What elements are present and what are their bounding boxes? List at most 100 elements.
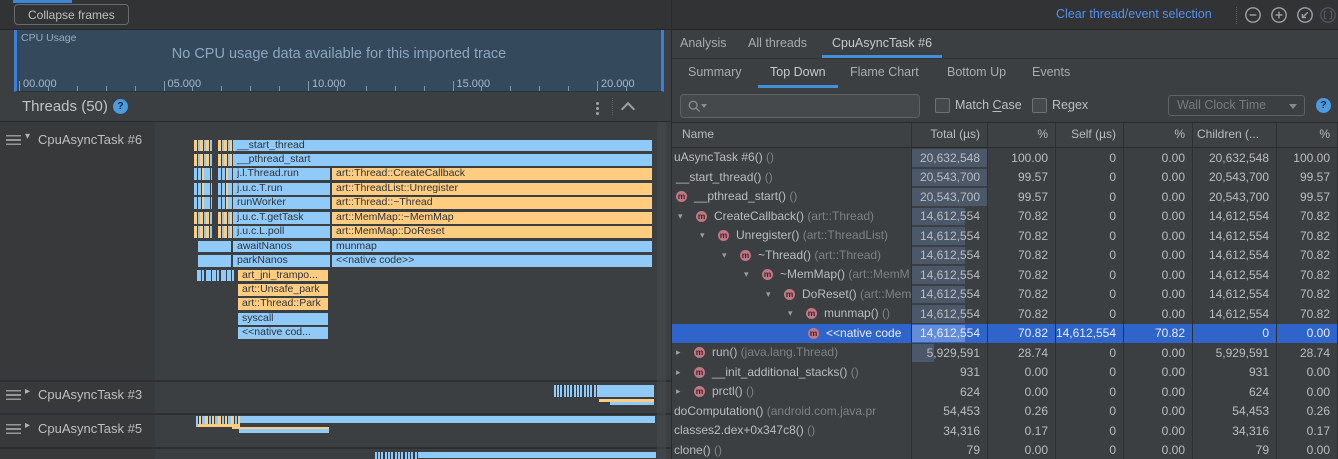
table-row[interactable]: m__pthread_start() ()20,543,70099.5700.0… <box>672 187 1338 207</box>
cell-children-pct: 0.17 <box>1277 421 1338 441</box>
thread-name-label[interactable]: CpuAsyncTask #6 <box>38 130 142 149</box>
tree-expand-arrow-icon[interactable]: ▸ <box>676 386 681 397</box>
table-row[interactable]: ▸m__init_additional_stacks() ()9310.0000… <box>672 363 1338 383</box>
cell-self: 0 <box>1056 402 1124 422</box>
zoom-in-icon[interactable] <box>1270 6 1288 24</box>
cell-total: 14,612,554 <box>912 207 988 227</box>
cell-self: 0 <box>1056 207 1124 227</box>
table-row[interactable]: clone() ()790.0000.00790.00 <box>672 441 1338 459</box>
axis-tick <box>539 86 540 91</box>
cell-children: 931 <box>1193 363 1277 383</box>
column-header-total-s-[interactable]: Total (µs) <box>912 123 988 147</box>
column-header-children-[interactable]: Children (... <box>1193 123 1277 147</box>
cell-children: 20,632,548 <box>1193 148 1277 168</box>
threads-timeline: __start_thread__pthread_startj.l.Thread.… <box>0 122 672 459</box>
subtab-events[interactable]: Events <box>1032 59 1070 86</box>
tree-collapse-arrow-icon[interactable]: ▾ <box>788 308 793 319</box>
tree-collapse-arrow-icon[interactable]: ▾ <box>744 269 749 280</box>
match-case-label[interactable]: Match Case <box>955 88 1022 122</box>
table-row[interactable]: ▾mCreateCallback() (art::Thread)14,612,5… <box>672 207 1338 227</box>
cell-name: ▾mDoReset() (art::MemM <box>672 285 912 305</box>
threads-scrollbar[interactable] <box>657 122 666 459</box>
column-header--[interactable]: % <box>988 123 1056 147</box>
axis-tick <box>626 86 627 91</box>
subtab-top-down[interactable]: Top Down <box>770 59 826 86</box>
thread-drag-handle-icon[interactable] <box>6 390 21 401</box>
tree-collapse-arrow-icon[interactable]: ▾ <box>700 230 705 241</box>
subtab-flame-chart[interactable]: Flame Chart <box>850 59 919 86</box>
table-row[interactable]: ▾m~Thread() (art::Thread)14,612,55470.82… <box>672 246 1338 266</box>
regex-checkbox[interactable] <box>1032 98 1047 113</box>
cell-children-pct: 99.57 <box>1277 168 1338 188</box>
cell-total-pct: 100.00 <box>988 148 1056 168</box>
thread-expand-arrow-icon[interactable]: ▸ <box>25 386 30 397</box>
cell-children-pct: 99.57 <box>1277 187 1338 207</box>
table-row[interactable]: ▸mprctl() ()6240.0000.006240.00 <box>672 382 1338 402</box>
tree-collapse-arrow-icon[interactable]: ▾ <box>678 211 683 222</box>
table-row[interactable]: m<<native code14,612,55470.8214,612,5547… <box>672 324 1338 344</box>
axis-tick <box>77 86 78 91</box>
collapse-section-chevron-icon[interactable] <box>621 102 635 116</box>
table-row[interactable]: doComputation() (android.com.java.pr 54,4… <box>672 402 1338 422</box>
tab-cpuasynctask-6[interactable]: CpuAsyncTask #6 <box>832 30 932 57</box>
thread-name-label[interactable]: CpuAsyncTask #3 <box>38 385 142 404</box>
method-name: <<native code <box>826 324 901 344</box>
thread-drag-handle-icon[interactable] <box>6 135 21 146</box>
match-case-checkbox[interactable] <box>935 98 950 113</box>
method-icon: m <box>676 191 687 202</box>
thread-drag-handle-icon[interactable] <box>6 424 21 435</box>
filter-help-icon[interactable]: ? <box>1316 98 1331 113</box>
threads-help-icon[interactable]: ? <box>113 99 128 114</box>
axis-tick-label: 10.000 <box>312 78 346 90</box>
tree-expand-arrow-icon[interactable]: ▸ <box>676 347 681 358</box>
cell-self-pct: 0.00 <box>1124 207 1193 227</box>
threads-options-kebab-icon[interactable] <box>593 100 601 117</box>
table-row[interactable]: ▾mDoReset() (art::MemM14,612,55470.8200.… <box>672 285 1338 305</box>
tab-all-threads[interactable]: All threads <box>748 30 807 57</box>
reset-zoom-icon[interactable] <box>1296 6 1314 24</box>
subtab-summary[interactable]: Summary <box>688 59 741 86</box>
cell-total-pct: 70.82 <box>988 304 1056 324</box>
regex-label[interactable]: Regex <box>1052 88 1088 122</box>
table-row[interactable]: ▾mUnregister() (art::ThreadList)14,612,5… <box>672 226 1338 246</box>
zoom-out-icon[interactable] <box>1244 6 1262 24</box>
cell-children: 20,543,700 <box>1193 187 1277 207</box>
clear-thread-event-selection-link[interactable]: Clear thread/event selection <box>1056 0 1212 29</box>
table-row[interactable]: classes2.dex+0x347c8() ()34,3160.1700.00… <box>672 421 1338 441</box>
cell-children: 54,453 <box>1193 402 1277 422</box>
column-header--[interactable]: % <box>1277 123 1338 147</box>
method-name: doComputation() (android.com.java.pr <box>674 402 876 422</box>
search-field[interactable] <box>680 94 920 118</box>
axis-tick <box>221 86 222 91</box>
thread-expand-arrow-icon[interactable]: ▸ <box>25 420 30 431</box>
cell-self: 0 <box>1056 441 1124 459</box>
search-options-arrow-icon[interactable] <box>701 104 707 108</box>
tree-collapse-arrow-icon[interactable]: ▾ <box>766 289 771 300</box>
method-name: DoReset() (art::MemM <box>802 285 912 305</box>
column-header-self-s-[interactable]: Self (µs) <box>1056 123 1124 147</box>
cell-name: m__pthread_start() () <box>672 187 912 207</box>
column-header--[interactable]: % <box>1124 123 1193 147</box>
cpu-usage-panel[interactable]: CPU Usage No CPU usage data available fo… <box>14 30 664 92</box>
tab-analysis[interactable]: Analysis <box>680 30 727 57</box>
thread-collapse-arrow-icon[interactable]: ▾ <box>25 131 30 142</box>
tree-expand-arrow-icon[interactable]: ▸ <box>676 367 681 378</box>
table-row[interactable]: ▸mrun() (java.lang.Thread)5,929,59128.74… <box>672 343 1338 363</box>
filter-toolbar: Match Case Regex Wall Clock Time ? <box>672 88 1338 123</box>
cell-total-pct: 70.82 <box>988 226 1056 246</box>
table-row[interactable]: ▾mmunmap() ()14,612,55470.8200.0014,612,… <box>672 304 1338 324</box>
table-row[interactable]: __start_thread() ()20,543,70099.5700.002… <box>672 168 1338 188</box>
cell-total-pct: 0.00 <box>988 441 1056 459</box>
collapse-frames-button[interactable]: Collapse frames <box>14 4 129 25</box>
table-row[interactable]: uAsyncTask #6() ()20,632,548100.0000.002… <box>672 148 1338 168</box>
subtab-bottom-up[interactable]: Bottom Up <box>947 59 1006 86</box>
column-header-name[interactable]: Name <box>672 123 912 147</box>
tree-collapse-arrow-icon[interactable]: ▾ <box>722 250 727 261</box>
search-input[interactable] <box>711 96 915 116</box>
table-row[interactable]: ▾m~MemMap() (art::MemM14,612,55470.8200.… <box>672 265 1338 285</box>
active-tab-underline <box>822 55 942 58</box>
cell-self: 0 <box>1056 187 1124 207</box>
thread-name-label[interactable]: CpuAsyncTask #5 <box>38 419 142 438</box>
top-down-table: NameTotal (µs)%Self (µs)%Children (...% … <box>672 123 1338 459</box>
clock-mode-dropdown[interactable]: Wall Clock Time <box>1168 95 1305 116</box>
